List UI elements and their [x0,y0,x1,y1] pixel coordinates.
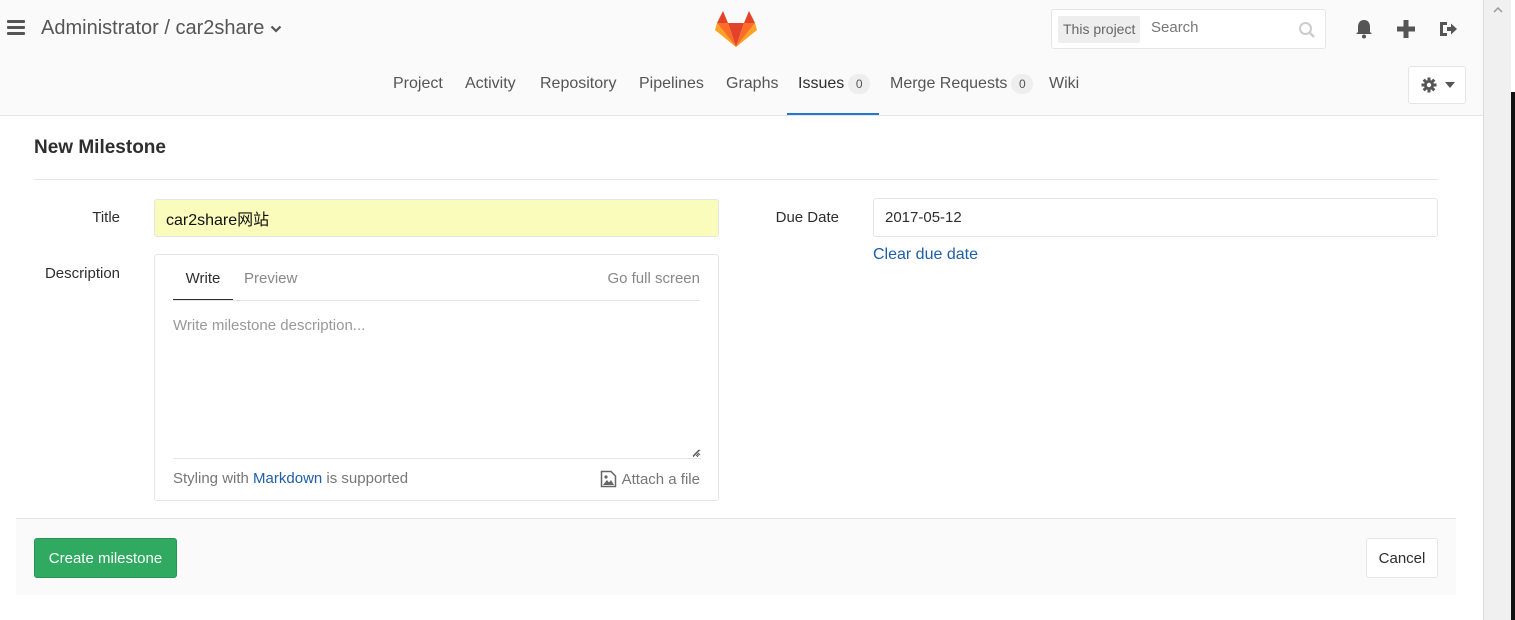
breadcrumb[interactable]: Administrator / car2share [41,17,282,40]
markdown-note: Styling with Markdown is supported [173,470,408,487]
nav-label: Project [393,75,443,92]
nav-graphs[interactable]: Graphs [726,62,778,115]
tab-write[interactable]: Write [173,255,233,301]
create-milestone-button[interactable]: Create milestone [34,538,177,578]
nav-repository[interactable]: Repository [540,62,616,115]
full-screen-link[interactable]: Go full screen [607,255,700,301]
description-textarea[interactable] [173,311,701,459]
nav-project[interactable]: Project [393,62,443,115]
chevron-down-icon[interactable] [270,24,282,34]
gear-icon [1421,77,1437,93]
scroll-up-arrow-icon[interactable] [1492,0,1504,20]
nav-label: Wiki [1049,75,1080,92]
description-label: Description [44,265,120,282]
milestone-title-input[interactable] [154,199,719,237]
search-box[interactable]: This project Search [1051,9,1326,49]
nav-activity[interactable]: Activity [465,62,516,115]
attach-file-label: Attach a file [621,471,700,488]
search-scope-badge[interactable]: This project [1058,16,1141,43]
search-input[interactable]: Search [1151,19,1199,36]
nav-label: Pipelines [639,75,704,92]
sign-out-icon[interactable] [1437,18,1459,40]
issues-count-badge: 0 [848,73,871,94]
nav-pipelines[interactable]: Pipelines [639,62,704,115]
tab-preview[interactable]: Preview [244,255,297,301]
caret-down-icon [1445,82,1455,88]
attach-file-button[interactable]: Attach a file [600,470,700,488]
gitlab-logo-icon[interactable] [715,10,757,48]
resize-handle-icon[interactable] [692,449,700,457]
search-icon [1299,22,1315,38]
nav-label: Activity [465,75,516,92]
cancel-button[interactable]: Cancel [1366,538,1438,578]
bell-icon[interactable] [1353,18,1375,40]
markdown-link[interactable]: Markdown [253,470,322,487]
nav-label: Repository [540,75,617,92]
due-date-input[interactable] [873,198,1438,237]
project-nav: Project Activity Repository Pipelines Gr… [0,62,1483,115]
nav-label: Issues [798,75,845,92]
divider [173,300,700,301]
window-scrollbar[interactable] [1483,0,1511,620]
top-header: Administrator / car2share This project S… [0,0,1483,116]
merge-requests-count-badge: 0 [1011,73,1034,94]
window-edge [1511,0,1515,620]
nav-wiki[interactable]: Wiki [1049,62,1079,115]
clear-due-date-link[interactable]: Clear due date [873,246,978,264]
nav-label: Graphs [726,75,779,92]
due-date-label: Due Date [775,209,839,226]
styling-prefix: Styling with [173,470,249,487]
page-title: New Milestone [34,137,166,158]
nav-merge-requests[interactable]: Merge Requests 0 [890,62,1034,115]
nav-label: Merge Requests [890,75,1008,92]
form-actions: Create milestone Cancel [16,518,1456,595]
nav-issues[interactable]: Issues 0 [787,62,879,115]
menu-toggle-icon[interactable] [7,20,25,36]
plus-icon[interactable] [1395,18,1417,40]
breadcrumb-text[interactable]: Administrator / car2share [41,17,264,39]
divider [34,179,1438,180]
styling-suffix: is supported [326,470,409,487]
gitlab-app: Administrator / car2share This project S… [0,0,1483,620]
title-label: Title [92,209,120,226]
description-editor: Write Preview Go full screen Styling wit… [154,254,719,501]
image-file-icon [600,470,616,488]
project-settings-button[interactable] [1408,66,1466,104]
